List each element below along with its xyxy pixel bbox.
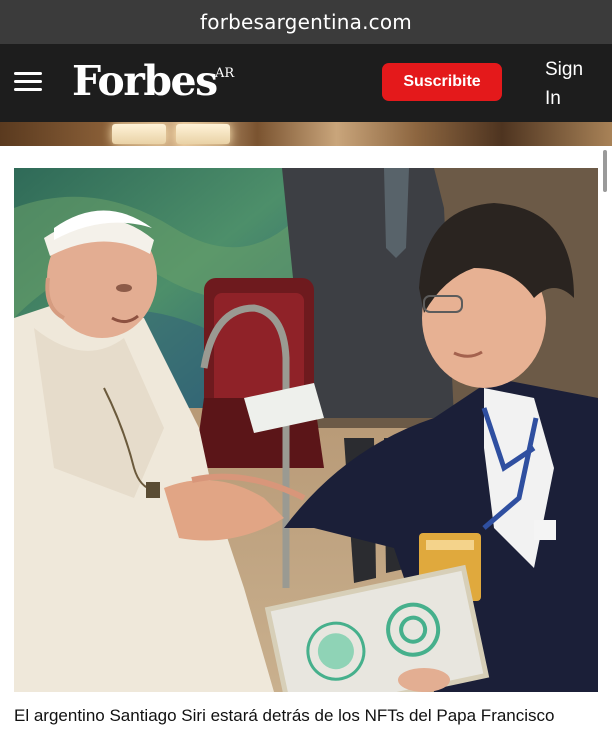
menu-icon[interactable] (14, 72, 42, 92)
article-photo (14, 168, 598, 692)
article-caption[interactable]: El argentino Santiago Siri estará detrás… (14, 707, 600, 724)
previous-image-strip (0, 122, 612, 146)
browser-url-bar[interactable]: forbesargentina.com (0, 0, 612, 44)
url-text: forbesargentina.com (200, 10, 412, 34)
site-header: Forbes AR Suscribite Sign In (0, 44, 612, 122)
edition-label: AR (215, 66, 235, 81)
sign-in-link[interactable]: Sign In (545, 55, 603, 113)
subscribe-button[interactable]: Suscribite (382, 63, 502, 101)
forbes-logo[interactable]: Forbes (72, 57, 218, 105)
scrollbar[interactable] (603, 150, 607, 192)
